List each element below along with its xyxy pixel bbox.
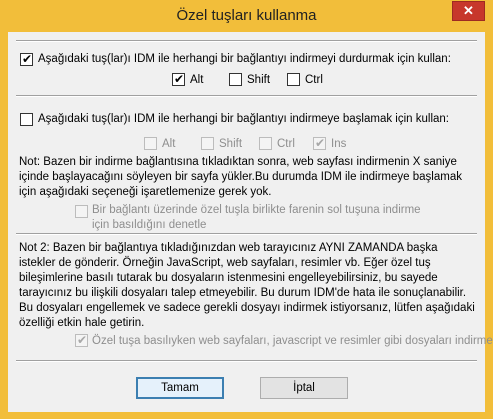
left-click-check-label: Bir bağlantı üzerinde özel tuşla birlikt…: [92, 204, 421, 231]
start-ctrl-label: Ctrl: [277, 138, 295, 150]
section-divider: [16, 95, 477, 97]
start-shift-checkbox[interactable]: [201, 137, 214, 150]
start-download-checkbox[interactable]: [20, 113, 33, 126]
start-alt-checkbox[interactable]: [144, 137, 157, 150]
left-click-check-checkbox[interactable]: [75, 205, 88, 218]
ok-button[interactable]: Tamam: [136, 377, 224, 399]
window-title: Özel tuşları kullanma: [176, 7, 317, 24]
bottom-divider: [16, 360, 477, 362]
close-button[interactable]: ✕: [452, 1, 485, 21]
stop-ctrl-label: Ctrl: [305, 74, 323, 86]
checkmark-icon: ✔: [76, 333, 88, 347]
start-ins-label: Ins: [331, 138, 347, 150]
start-ins-checkbox[interactable]: ✔: [313, 136, 326, 150]
start-ctrl-checkbox[interactable]: [259, 137, 272, 150]
start-download-label: Aşağıdaki tuş(lar)ı IDM ile herhangi bir…: [38, 113, 449, 125]
stop-download-checkbox[interactable]: ✔: [20, 52, 33, 66]
block-files-checkbox[interactable]: ✔: [75, 333, 88, 347]
cancel-button[interactable]: İptal: [260, 377, 348, 399]
stop-shift-label: Shift: [247, 74, 271, 86]
stop-ctrl-checkbox[interactable]: [287, 73, 300, 86]
stop-shift-checkbox[interactable]: [229, 73, 242, 86]
stop-download-label: Aşağıdaki tuş(lar)ı IDM ile herhangi bir…: [38, 53, 451, 65]
section-divider: [16, 233, 477, 235]
start-shift-label: Shift: [219, 138, 243, 150]
dialog-client-area: ✔ Aşağıdaki tuş(lar)ı IDM ile herhangi b…: [8, 32, 493, 412]
stop-alt-label: Alt: [190, 74, 204, 86]
checkmark-icon: ✔: [173, 72, 185, 86]
close-icon: ✕: [463, 3, 474, 18]
title-bar: Özel tuşları kullanma ✕: [0, 0, 493, 32]
checkmark-icon: ✔: [21, 52, 33, 66]
start-alt-label: Alt: [162, 138, 176, 150]
note2-text: Not 2: Bazen bir bağlantıya tıkladığınız…: [19, 242, 475, 329]
stop-alt-checkbox[interactable]: ✔: [172, 72, 185, 86]
note-text: Not: Bazen bir indirme bağlantısına tıkl…: [19, 156, 462, 198]
block-files-label: Özel tuşa basılıyken web sayfaları, java…: [92, 335, 493, 347]
top-divider: [16, 40, 477, 42]
checkmark-icon: ✔: [314, 136, 326, 150]
